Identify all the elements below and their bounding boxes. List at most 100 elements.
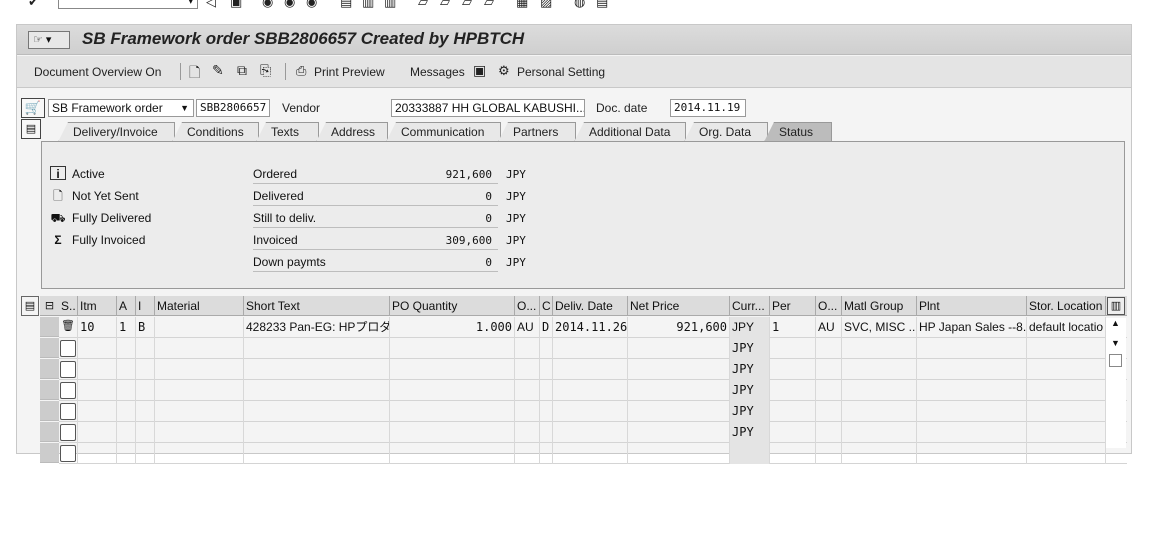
cell-stor[interactable] [1027,359,1106,380]
cell-short-text[interactable] [244,443,390,464]
item-checkbox[interactable] [60,445,76,462]
table-row[interactable] [59,443,1127,464]
cell-matl-group[interactable] [842,422,917,443]
vertical-scrollbar[interactable]: ▲ ▼ [1106,318,1126,448]
cell-i[interactable] [136,338,155,359]
cell-i[interactable] [136,359,155,380]
cell-i[interactable]: B [136,317,155,338]
status-cell[interactable] [59,359,78,380]
cell-qty[interactable] [390,380,515,401]
doc-date-field[interactable]: 2014.11.19 [670,99,746,117]
cell-itm[interactable] [78,443,117,464]
cell-short-text[interactable] [244,359,390,380]
cell-material[interactable] [155,359,244,380]
row-selector[interactable] [40,443,59,463]
hold-icon[interactable]: ⎘ [260,62,271,79]
cell-a[interactable] [117,380,136,401]
item-checkbox[interactable] [60,424,76,441]
tab-conditions[interactable]: Conditions [172,122,259,142]
cell-curr[interactable] [730,443,770,464]
cell-a[interactable] [117,401,136,422]
cell-deliv[interactable] [553,422,628,443]
tab-delivery-invoice[interactable]: Delivery/Invoice [58,122,175,142]
cell-opu[interactable] [816,338,842,359]
print-icon[interactable]: ▤ [340,0,352,10]
cell-stor[interactable] [1027,338,1106,359]
select-all-icon[interactable]: ⊟ [40,296,59,316]
column-header[interactable]: C [540,296,553,316]
status-cell[interactable] [59,380,78,401]
cell-a[interactable] [117,359,136,380]
cell-plnt[interactable] [917,338,1027,359]
item-checkbox[interactable] [60,361,76,378]
cell-ou[interactable] [515,338,540,359]
cell-itm[interactable] [78,422,117,443]
document-type-select[interactable]: SB Framework order ▼ [48,99,194,117]
cell-i[interactable] [136,443,155,464]
cell-itm[interactable] [78,338,117,359]
cell-curr[interactable]: JPY [730,338,770,359]
exit-icon[interactable]: ◉ [284,0,295,10]
column-header[interactable]: Matl Group [842,296,917,316]
table-row[interactable]: JPY [59,359,1127,380]
personal-setting-icon[interactable]: ⚙ [498,63,510,79]
cell-opu[interactable] [816,359,842,380]
last-page-icon[interactable]: ▱ [484,0,494,10]
cell-c[interactable] [540,443,553,464]
cell-matl-group[interactable] [842,338,917,359]
status-cell[interactable] [59,443,78,464]
cell-per[interactable] [770,380,816,401]
display-change-icon[interactable]: ✎ [212,62,224,79]
cell-matl-group[interactable] [842,401,917,422]
cell-qty[interactable] [390,422,515,443]
cell-plnt[interactable] [917,422,1027,443]
cell-plnt[interactable] [917,359,1027,380]
item-checkbox[interactable] [60,340,76,357]
save-icon[interactable]: ▣ [230,0,242,10]
menu-icon[interactable]: ☞ ▾ [28,31,70,49]
table-row[interactable]: JPY [59,380,1127,401]
cell-material[interactable] [155,338,244,359]
column-config-icon[interactable]: ▥ [1107,297,1125,315]
cell-price[interactable] [628,422,730,443]
cell-per[interactable] [770,338,816,359]
table-row[interactable]: JPY [59,338,1127,359]
cell-a[interactable] [117,338,136,359]
scroll-down-icon[interactable]: ▼ [1111,338,1120,348]
cell-plnt[interactable] [917,401,1027,422]
new-document-icon[interactable]: 🗋 [189,62,200,86]
cell-short-text[interactable] [244,422,390,443]
tab-address[interactable]: Address [316,122,388,142]
cell-price[interactable] [628,359,730,380]
document-number-field[interactable]: SBB2806657 [196,99,270,117]
cell-material[interactable] [155,380,244,401]
column-header[interactable]: Per [770,296,816,316]
cell-curr[interactable]: JPY [730,380,770,401]
cell-qty[interactable] [390,359,515,380]
column-header[interactable]: A [117,296,136,316]
cell-per[interactable] [770,422,816,443]
status-cell[interactable] [59,338,78,359]
cell-itm[interactable]: 10 [78,317,117,338]
column-header[interactable]: Deliv. Date [553,296,628,316]
first-page-icon[interactable]: ▱ [418,0,428,10]
cell-stor[interactable]: default locatio [1027,317,1106,338]
cell-price[interactable] [628,380,730,401]
table-row[interactable]: JPY [59,422,1127,443]
next-page-icon[interactable]: ▱ [462,0,472,10]
cell-qty[interactable]: 1.000 [390,317,515,338]
find-icon[interactable]: ▥ [362,0,374,10]
column-header[interactable]: I [136,296,155,316]
cell-material[interactable] [155,422,244,443]
print-preview-icon[interactable]: ⎙ [296,63,306,79]
cell-material[interactable] [155,401,244,422]
shortcut-icon[interactable]: ▨ [540,0,552,10]
personal-setting-button[interactable]: Personal Setting [517,65,605,79]
cell-per[interactable] [770,359,816,380]
cell-qty[interactable] [390,338,515,359]
tab-communication[interactable]: Communication [386,122,501,142]
cell-c[interactable] [540,338,553,359]
cancel-icon[interactable]: ◉ [306,0,317,10]
cell-price[interactable] [628,443,730,464]
tab-status[interactable]: Status [764,122,832,142]
